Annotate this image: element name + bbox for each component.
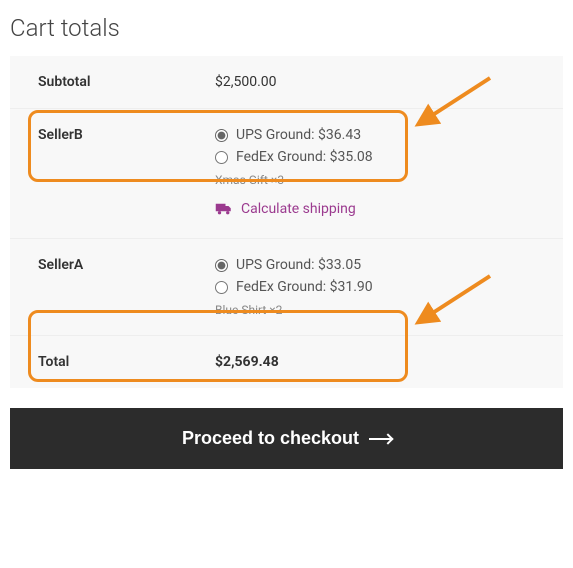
shipping-option[interactable]: FedEx Ground: $31.90 [215, 279, 545, 295]
arrow-right-icon [369, 438, 391, 440]
page-title: Cart totals [10, 14, 563, 42]
subtotal-value: $2,500.00 [205, 56, 563, 108]
items-note: Blue Shirt ×2 [215, 303, 545, 317]
total-label: Total [10, 336, 205, 388]
cart-totals-table: Subtotal $2,500.00 SellerB UPS Ground: $… [10, 56, 563, 388]
shipping-label: UPS Ground: $36.43 [236, 127, 361, 143]
total-row: Total $2,569.48 [10, 336, 563, 388]
shipping-option[interactable]: UPS Ground: $36.43 [215, 127, 545, 143]
checkout-label: Proceed to checkout [182, 428, 359, 449]
shipping-option[interactable]: UPS Ground: $33.05 [215, 257, 545, 273]
shipping-label: FedEx Ground: $31.90 [236, 279, 373, 295]
shipping-label: UPS Ground: $33.05 [236, 257, 361, 273]
seller-name: SellerA [10, 239, 205, 335]
shipping-radio[interactable] [215, 259, 228, 272]
shipping-label: FedEx Ground: $35.08 [236, 149, 373, 165]
total-value: $2,569.48 [205, 336, 563, 388]
proceed-to-checkout-button[interactable]: Proceed to checkout [10, 408, 563, 469]
items-note: Xmas Gift ×3 [215, 173, 545, 187]
calc-link-label: Calculate shipping [241, 201, 356, 217]
subtotal-label: Subtotal [10, 56, 205, 108]
seller-row: SellerB UPS Ground: $36.43 FedEx Ground:… [10, 109, 563, 239]
cart-totals-wrap: Subtotal $2,500.00 SellerB UPS Ground: $… [10, 56, 563, 388]
seller-name: SellerB [10, 109, 205, 238]
shipping-option[interactable]: FedEx Ground: $35.08 [215, 149, 545, 165]
shipping-radio[interactable] [215, 281, 228, 294]
shipping-radio[interactable] [215, 129, 228, 142]
shipping-radio[interactable] [215, 151, 228, 164]
seller-row: SellerA UPS Ground: $33.05 FedEx Ground:… [10, 239, 563, 336]
seller-shipping: UPS Ground: $33.05 FedEx Ground: $31.90 … [205, 239, 563, 335]
seller-shipping: UPS Ground: $36.43 FedEx Ground: $35.08 … [205, 109, 563, 238]
calculate-shipping-link[interactable]: Calculate shipping [215, 201, 356, 217]
subtotal-row: Subtotal $2,500.00 [10, 56, 563, 109]
truck-icon [215, 202, 233, 216]
